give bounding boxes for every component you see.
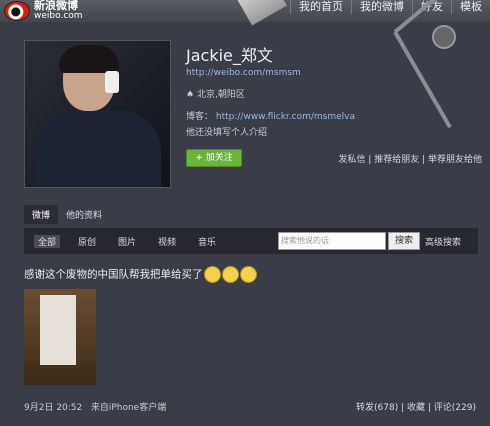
- logo-en-text: weibo.com: [34, 11, 83, 21]
- weibo-logo[interactable]: 新浪微博 weibo.com: [4, 0, 83, 22]
- post-source: 来自iPhone客户端: [90, 403, 167, 413]
- nav-my-weibo[interactable]: 我的微博: [351, 0, 412, 14]
- filter-original[interactable]: 原创: [78, 235, 96, 248]
- recommend-friends-link[interactable]: 举荐朋友给他: [428, 155, 482, 165]
- post-image[interactable]: [24, 289, 96, 385]
- lamp-decoration-joint: [432, 25, 456, 49]
- recommend-link[interactable]: 推荐给朋友: [374, 155, 419, 165]
- filter-bar: 全部 原创 图片 视频 音乐 搜索他说的话 搜索 高级搜索: [24, 228, 478, 254]
- repost-link[interactable]: 转发(678): [356, 403, 398, 413]
- avatar[interactable]: [24, 40, 171, 188]
- nav-template[interactable]: 模板: [451, 0, 490, 14]
- tab-profile-info[interactable]: 他的资料: [58, 205, 110, 224]
- advanced-search-link[interactable]: 高级搜索: [425, 235, 461, 248]
- profile-name: Jackie_郑文: [186, 46, 273, 65]
- favorite-link[interactable]: 收藏: [407, 403, 425, 413]
- profile-actions: 发私信 | 推荐给朋友 | 举荐朋友给他: [338, 155, 482, 165]
- weibo-logo-icon: [4, 1, 30, 21]
- emoticon-icon: [203, 266, 221, 283]
- profile-intro: 他还没填写个人介绍: [186, 128, 268, 138]
- emoticon-icon: [221, 266, 239, 283]
- emoticon-icon: [239, 266, 257, 283]
- post-text: 感谢这个废物的中国队帮我把单给买了: [24, 266, 257, 283]
- filter-images[interactable]: 图片: [118, 235, 136, 248]
- filter-music[interactable]: 音乐: [198, 235, 216, 248]
- logo-cn-text: 新浪微博: [34, 0, 78, 12]
- profile-location: ♠ 北京,朝阳区: [186, 90, 245, 100]
- top-nav: 我的首页 我的微博 好友 模板: [290, 0, 490, 14]
- location-icon: ♠: [186, 90, 195, 100]
- filter-all[interactable]: 全部: [34, 235, 61, 248]
- search-button[interactable]: 搜索: [388, 232, 420, 250]
- search-input[interactable]: 搜索他说的话: [278, 232, 386, 250]
- send-message-link[interactable]: 发私信: [338, 155, 365, 165]
- comment-link[interactable]: 评论(229): [434, 403, 476, 413]
- follow-button[interactable]: + 加关注: [186, 149, 242, 167]
- post-meta: 9月2日 20:52 来自iPhone客户端: [24, 400, 166, 413]
- post-actions: 转发(678) | 收藏 | 评论(229): [356, 403, 476, 413]
- receipt-image: [40, 295, 76, 365]
- profile-tabs: 微博 他的资料: [24, 205, 110, 224]
- post-time[interactable]: 9月2日 20:52: [24, 403, 82, 413]
- blog-link[interactable]: http://www.flickr.com/msmelva: [216, 112, 355, 122]
- tab-weibo[interactable]: 微博: [24, 205, 59, 224]
- nav-home[interactable]: 我的首页: [290, 0, 351, 14]
- profile-blog: 博客： http://www.flickr.com/msmelva: [186, 112, 355, 122]
- filter-video[interactable]: 视频: [158, 235, 176, 248]
- profile-url[interactable]: http://weibo.com/msmsm: [186, 68, 301, 78]
